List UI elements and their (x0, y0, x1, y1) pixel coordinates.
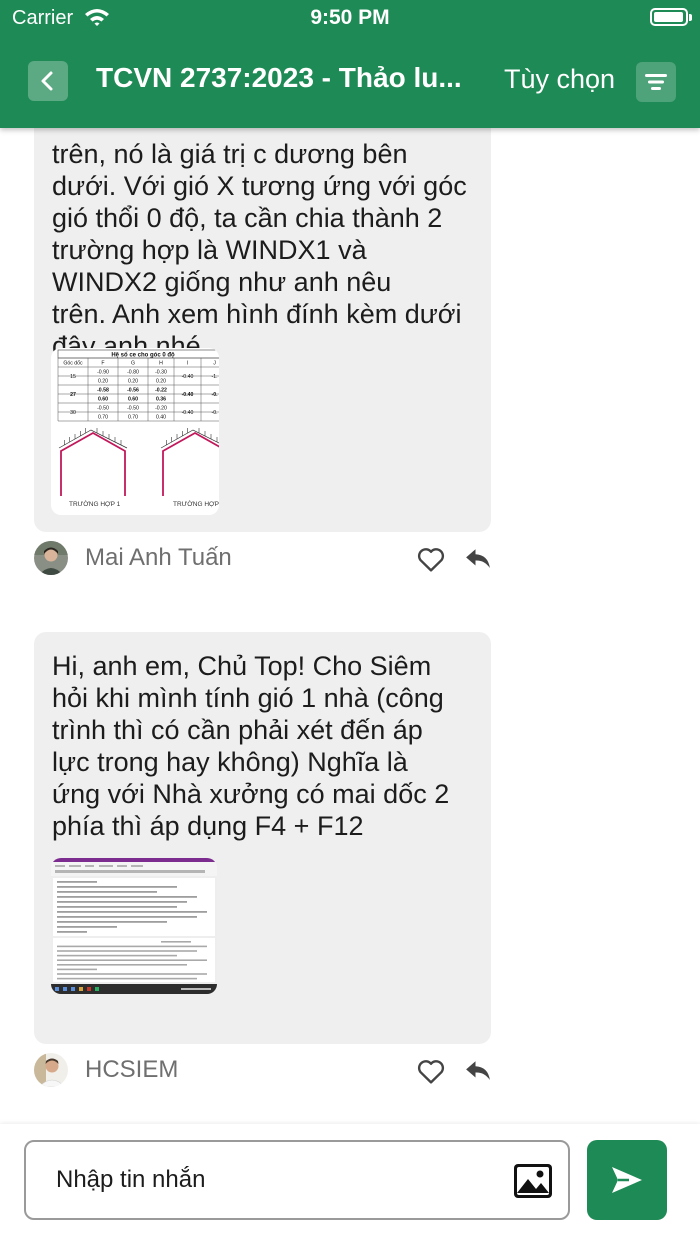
table-cell: 0.70 (98, 415, 108, 421)
message-line: hỏi khi mình tính gió 1 nhà (công (52, 683, 444, 713)
heart-icon (417, 548, 445, 572)
message-text: Hi, anh em, Chủ Top! Cho Siêm hỏi khi mì… (52, 650, 482, 842)
author-name[interactable]: HCSIEM (85, 1056, 178, 1084)
wind-coefficient-figure: Hệ số ce cho góc 0 độ Góc dốc F G H I J 15 -0.9… (57, 349, 219, 508)
message-meta: HCSIEM (34, 1052, 494, 1088)
send-button[interactable] (587, 1140, 667, 1220)
case-1-label: TRƯỜNG HỢP 1 (69, 499, 121, 508)
reply-icon (466, 1061, 490, 1080)
battery-level (654, 12, 683, 22)
table-cell: -0. (211, 392, 218, 398)
status-bar: Carrier 9:50 PM (0, 0, 700, 36)
message-line: trình thì có cần phải xét đến áp (52, 715, 423, 745)
table-cell: -0.40 (182, 374, 194, 380)
table-header-cell: G (131, 361, 135, 367)
send-icon (612, 1167, 642, 1193)
table-cell: 0.60 (98, 397, 108, 403)
message-line: dưới. Với gió X tương ứng với góc (52, 171, 467, 201)
status-time: 9:50 PM (310, 6, 390, 29)
message-composer (0, 1124, 700, 1244)
message-line: trên. Anh xem hình đính kèm dưới (52, 299, 462, 329)
message-line: lực trong hay không) Nghĩa là (52, 747, 408, 777)
document-screenshot (51, 858, 217, 994)
chevron-left-icon (41, 71, 53, 91)
options-button[interactable]: Tùy chọn (504, 64, 615, 95)
message-line: Hi, anh em, Chủ Top! Cho Siêm (52, 651, 432, 681)
battery-icon (650, 8, 692, 26)
attachment-image[interactable]: Hệ số ce cho góc 0 độ Góc dốc F G H I J 15 -0.9… (51, 348, 219, 515)
table-cell: 0.20 (156, 379, 166, 385)
table-cell: -0.50 (97, 406, 109, 412)
message-bubble: trên, nó là giá trị c dương bên dưới. Vớ… (34, 96, 491, 532)
table-header-cell: J (213, 361, 216, 367)
table-header-cell: H (159, 361, 163, 367)
table-cell: 0.20 (98, 379, 108, 385)
reply-icon (466, 549, 490, 568)
table-cell: -0.30 (155, 370, 167, 376)
like-button[interactable] (414, 543, 448, 580)
table-cell: 30 (70, 410, 76, 416)
attach-image-button[interactable] (512, 1162, 554, 1200)
table-cell: 15 (70, 374, 76, 380)
page-title: TCVN 2737:2023 - Thảo lu... (96, 62, 462, 93)
table-cell: 0.60 (128, 397, 138, 403)
message-line: gió thổi 0 độ, ta cần chia thành 2 (52, 203, 443, 233)
message-text: trên, nó là giá trị c dương bên dưới. Vớ… (52, 138, 482, 362)
table-cell: 27 (70, 392, 76, 398)
message-line: trường hợp là WINDX1 và (52, 235, 367, 265)
app: trên, nó là giá trị c dương bên dưới. Vớ… (0, 0, 700, 1244)
message-input-box[interactable] (24, 1140, 570, 1220)
message-meta: Mai Anh Tuấn (34, 540, 494, 576)
table-cell: -0.80 (127, 370, 139, 376)
heart-icon (417, 1060, 445, 1084)
menu-icon (645, 74, 667, 90)
table-cell: -0.56 (127, 388, 139, 394)
message-line: trên, nó là giá trị c dương bên (52, 139, 408, 169)
table-header-cell: F (101, 361, 104, 367)
table-title: Hệ số ce cho góc 0 độ (111, 352, 175, 359)
table-cell: 0.36 (156, 397, 166, 403)
author-name[interactable]: Mai Anh Tuấn (85, 544, 232, 572)
table-cell: -0.40 (182, 410, 194, 416)
table-cell: -1. (211, 374, 217, 380)
like-button[interactable] (414, 1055, 448, 1092)
table-cell: -0.90 (97, 370, 109, 376)
table-cell: -0.50 (127, 406, 139, 412)
table-header-cell: I (187, 361, 188, 367)
table-cell: 0.70 (128, 415, 138, 421)
table-cell: -0.58 (97, 388, 109, 394)
attachment-image[interactable] (51, 858, 217, 994)
message-input[interactable] (56, 1162, 496, 1198)
app-header: Carrier 9:50 PM TCVN 2737:2023 - Thảo lu… (0, 0, 700, 128)
avatar[interactable] (34, 1053, 68, 1087)
message-line: ứng với Nhà xưởng có mai dốc 2 (52, 779, 450, 809)
reply-button[interactable] (462, 543, 494, 578)
table-cell: -0.20 (155, 406, 167, 412)
reply-button[interactable] (462, 1055, 494, 1090)
menu-button[interactable] (636, 62, 676, 102)
table-cell: 0.20 (128, 379, 138, 385)
table-header-cell: Góc dốc (63, 361, 83, 367)
table-cell: -0. (211, 410, 217, 416)
message-bubble: Hi, anh em, Chủ Top! Cho Siêm hỏi khi mì… (34, 632, 491, 1044)
image-icon (514, 1164, 552, 1198)
message-line: phía thì áp dụng F4 + F12 (52, 811, 364, 841)
back-button[interactable] (28, 61, 68, 101)
avatar[interactable] (34, 541, 68, 575)
case-2-label: TRƯỜNG HỢP (173, 499, 219, 508)
table-cell: 0.40 (156, 415, 166, 421)
table-cell: -0.40 (182, 392, 194, 398)
message-line: WINDX2 giống như anh nêu (52, 267, 392, 297)
table-cell: -0.22 (155, 388, 167, 394)
